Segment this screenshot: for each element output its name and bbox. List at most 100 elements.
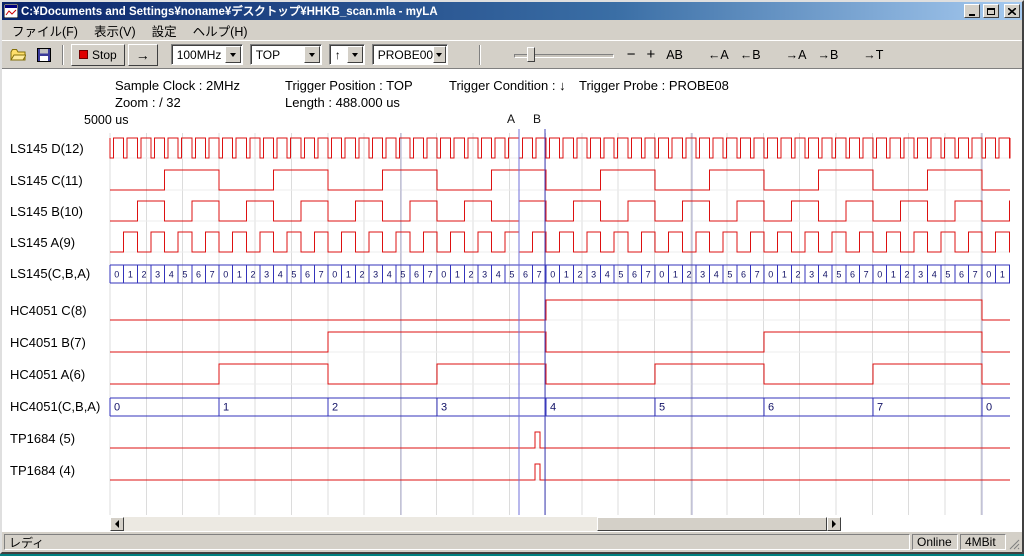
bus-value: 0 — [223, 270, 228, 280]
app-window: C:¥Documents and Settings¥noname¥デスクトップ¥… — [0, 0, 1024, 554]
bus-value: 1 — [223, 402, 229, 414]
bus-value: 5 — [727, 270, 732, 280]
bus-value: 0 — [768, 270, 773, 280]
trigger-probe-value: PROBE00 — [378, 48, 433, 62]
sample-rate-value: 100MHz — [177, 48, 222, 62]
waveform-trace-7 — [110, 364, 1010, 384]
chevron-down-icon[interactable] — [225, 46, 241, 63]
open-button[interactable] — [6, 44, 29, 66]
status-memory-badge: 4MBit — [960, 534, 1006, 550]
trigger-edge-select[interactable]: ↑ — [329, 44, 365, 65]
bus-value: 3 — [482, 270, 487, 280]
bus-value: 1 — [128, 270, 133, 280]
bus-value: 5 — [509, 270, 514, 280]
bus-value: 7 — [864, 270, 869, 280]
bus-value: 1 — [237, 270, 242, 280]
waveform-plot[interactable]: 0123456701234567012345670123456701234567… — [2, 69, 1022, 532]
goto-marker-b-button[interactable]: ←B — [736, 44, 765, 66]
goto-marker-a-button[interactable]: ←A — [704, 44, 733, 66]
zoom-out-button[interactable]: − — [623, 44, 640, 66]
zoom-slider[interactable] — [514, 45, 614, 65]
stop-icon — [79, 50, 88, 59]
trigger-probe-select[interactable]: PROBE00 — [372, 44, 448, 65]
stop-button-label: Stop — [92, 48, 117, 62]
menu-view[interactable]: 表示(V) — [86, 19, 144, 42]
chevron-down-icon[interactable] — [304, 46, 320, 63]
bus-value: 5 — [836, 270, 841, 280]
bus-value: 1 — [782, 270, 787, 280]
set-marker-a-button[interactable]: →A — [782, 44, 811, 66]
waveform-trace-0 — [110, 138, 1010, 158]
bus-value: 0 — [114, 402, 120, 414]
menu-help[interactable]: ヘルプ(H) — [185, 19, 256, 42]
bus-value: 6 — [523, 270, 528, 280]
bus-value: 3 — [918, 270, 923, 280]
bus-value: 1 — [673, 270, 678, 280]
scroll-right-button[interactable] — [827, 517, 841, 531]
horizontal-scrollbar[interactable] — [110, 517, 841, 531]
stop-button[interactable]: Stop — [71, 44, 125, 66]
bus-value: 0 — [332, 270, 337, 280]
waveform-trace-1 — [110, 170, 1010, 190]
waveform-trace-10 — [110, 464, 1010, 480]
status-online-badge: Online — [912, 534, 958, 550]
marker-b-label: B — [533, 112, 541, 126]
bus-value: 0 — [986, 270, 991, 280]
sample-rate-select[interactable]: 100MHz — [171, 44, 243, 65]
title-bar[interactable]: C:¥Documents and Settings¥noname¥デスクトップ¥… — [2, 2, 1022, 20]
bus-value: 6 — [414, 270, 419, 280]
scroll-left-button[interactable] — [110, 517, 124, 531]
bus-value: 0 — [986, 402, 992, 414]
trigger-position-select[interactable]: TOP — [250, 44, 322, 65]
bus-value: 4 — [605, 270, 610, 280]
bus-value: 2 — [905, 270, 910, 280]
bus-value: 6 — [196, 270, 201, 280]
bus-value: 0 — [659, 270, 664, 280]
bus-value: 7 — [319, 270, 324, 280]
bus-value: 5 — [945, 270, 950, 280]
bus-value: 2 — [469, 270, 474, 280]
set-marker-b-button[interactable]: →B — [813, 44, 842, 66]
bus-value: 5 — [618, 270, 623, 280]
save-button[interactable] — [32, 44, 55, 66]
close-button[interactable] — [1004, 4, 1020, 18]
bus-value: 6 — [741, 270, 746, 280]
resize-grip[interactable] — [1008, 538, 1020, 550]
arrow-right-icon — [832, 520, 840, 528]
bus-value: 3 — [155, 270, 160, 280]
bus-value: 7 — [755, 270, 760, 280]
menu-bar: ファイル(F) 表示(V) 設定 ヘルプ(H) — [2, 20, 1022, 40]
menu-file[interactable]: ファイル(F) — [4, 19, 86, 42]
maximize-icon — [987, 8, 995, 15]
bus-value: 4 — [932, 270, 937, 280]
bus-value: 7 — [973, 270, 978, 280]
close-icon — [1008, 8, 1016, 15]
chevron-down-icon[interactable] — [347, 46, 363, 63]
menu-settings[interactable]: 設定 — [144, 19, 185, 42]
bus-value: 6 — [850, 270, 855, 280]
waveform-trace-2 — [110, 201, 1010, 221]
goto-trigger-button[interactable]: →T — [859, 44, 887, 66]
status-bar: レディ Online 4MBit — [2, 532, 1022, 552]
bus-value: 7 — [210, 270, 215, 280]
trigger-edge-value: ↑ — [335, 48, 341, 62]
bus-value: 5 — [291, 270, 296, 280]
bus-value: 2 — [251, 270, 256, 280]
status-ready-text: レディ — [4, 534, 910, 550]
bus-value: 0 — [441, 270, 446, 280]
waveform-trace-5 — [110, 300, 1010, 320]
zoom-in-button[interactable]: + — [642, 44, 659, 66]
bus-value: 1 — [455, 270, 460, 280]
ab-button[interactable]: AB — [662, 44, 687, 66]
waveform-client-area[interactable]: Sample Clock : 2MHz Trigger Position : T… — [2, 69, 1022, 532]
scrollbar-thumb[interactable] — [597, 517, 827, 531]
minimize-button[interactable] — [964, 4, 980, 18]
bus-value: 3 — [373, 270, 378, 280]
maximize-button[interactable] — [983, 4, 999, 18]
run-button[interactable]: → — [128, 44, 158, 66]
window-title: C:¥Documents and Settings¥noname¥デスクトップ¥… — [21, 3, 961, 19]
bus-value: 3 — [700, 270, 705, 280]
zoom-slider-thumb[interactable] — [527, 47, 535, 62]
chevron-down-icon[interactable] — [433, 46, 446, 63]
bus-value: 4 — [496, 270, 501, 280]
